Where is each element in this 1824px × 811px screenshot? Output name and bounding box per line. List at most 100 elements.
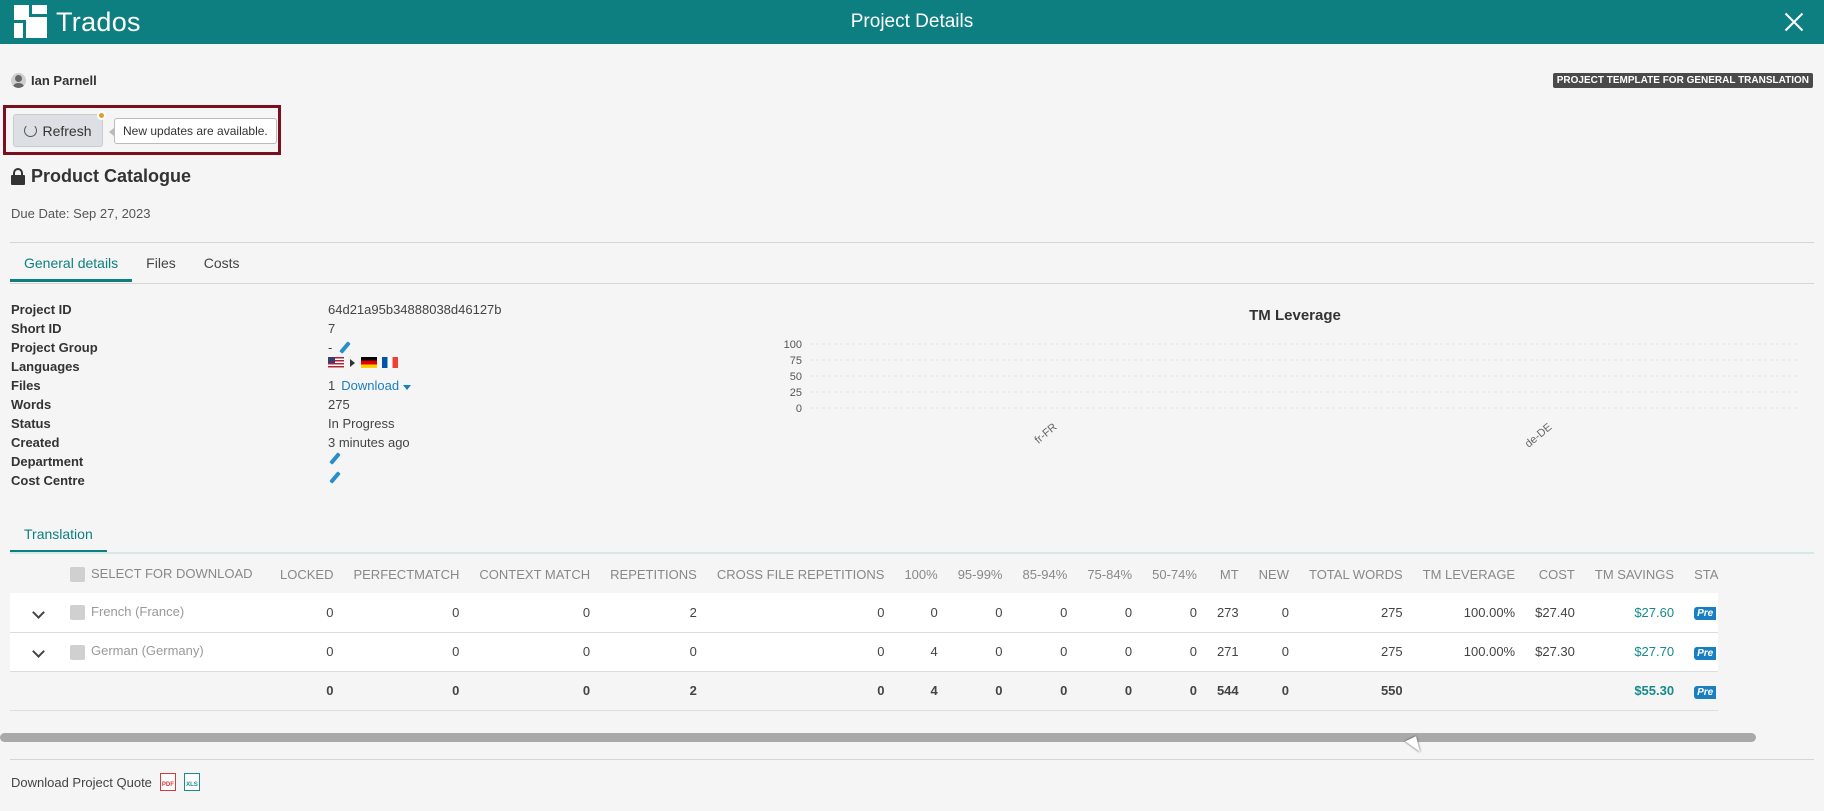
edit-pencil-icon[interactable] xyxy=(328,471,342,485)
y-tick-label: 0 xyxy=(796,403,802,415)
y-tick-label: 25 xyxy=(790,387,802,399)
tab-costs[interactable]: Costs xyxy=(190,252,254,282)
expand-cell[interactable] xyxy=(10,593,66,633)
header-repetitions: REPETITIONS xyxy=(610,566,697,582)
cost-centre-value xyxy=(328,471,342,485)
table-cell: 100.00% xyxy=(1412,593,1526,633)
page-title: Project Details xyxy=(850,11,974,32)
user-info: Ian Parnell xyxy=(11,73,97,88)
flag-de-icon xyxy=(361,357,377,368)
horizontal-scrollbar[interactable] xyxy=(0,733,1756,742)
tm-leverage-chart: 100 75 50 25 0 fr-FR de-DE xyxy=(784,339,1800,450)
row-checkbox[interactable] xyxy=(70,605,85,621)
chevron-down-icon[interactable] xyxy=(31,645,45,658)
table-cell: $27.30 xyxy=(1525,632,1585,672)
project-title: Product Catalogue xyxy=(11,166,191,187)
detail-row-project-group: Project Group - xyxy=(11,338,631,357)
table-cell: 0 xyxy=(343,632,470,672)
header-50-74: 50-74% xyxy=(1152,566,1197,582)
table-cell: 100.00% xyxy=(1412,632,1526,672)
tab-general-details[interactable]: General details xyxy=(10,252,133,282)
tm-savings-cell: $27.70 xyxy=(1584,632,1685,672)
quote-label: Download Project Quote xyxy=(11,774,152,790)
detail-row-status: Status In Progress xyxy=(11,414,631,433)
total-cell: 0 xyxy=(706,671,895,711)
edit-pencil-icon[interactable] xyxy=(328,452,342,466)
select-all-checkbox[interactable] xyxy=(70,567,85,583)
update-indicator-dot xyxy=(97,111,106,120)
detail-label: Project ID xyxy=(11,302,72,317)
header-cross-file-repetitions: CROSS FILE REPETITIONS xyxy=(716,566,885,582)
project-id-value: 64d21a95b34888038d46127b xyxy=(328,302,502,317)
translation-table: SELECT FOR DOWNLOAD LOCKED PERFECTMATCH … xyxy=(10,555,1719,711)
tm-savings-cell: $27.60 xyxy=(1584,593,1685,633)
pdf-icon[interactable]: PDF xyxy=(159,773,176,791)
tabs-divider xyxy=(10,283,1814,284)
divider xyxy=(10,759,1814,760)
header-tm-leverage: TM LEVERAGE xyxy=(1422,566,1516,582)
total-cell xyxy=(1412,671,1526,711)
header-context-match: CONTEXT MATCH xyxy=(479,566,591,582)
row-checkbox[interactable] xyxy=(70,644,85,660)
header-select: SELECT FOR DOWNLOAD xyxy=(66,555,270,593)
detail-label: Short ID xyxy=(11,321,62,336)
table-cell: 0 xyxy=(270,593,344,633)
header-new: NEW xyxy=(1258,566,1289,582)
y-tick-label: 100 xyxy=(784,339,802,351)
subtab-divider xyxy=(10,552,1814,554)
table-cell: 0 xyxy=(1248,632,1299,672)
table-cell: 0 xyxy=(1077,632,1143,672)
refresh-icon xyxy=(24,124,38,137)
header-locked: LOCKED xyxy=(280,566,334,582)
header-expand xyxy=(10,555,66,593)
detail-label: Department xyxy=(11,454,84,469)
y-tick-label: 75 xyxy=(790,355,802,367)
header-75-84: 75-84% xyxy=(1087,566,1133,582)
detail-row-project-id: Project ID 64d21a95b34888038d46127b xyxy=(11,300,631,319)
total-cell: 0 xyxy=(343,671,470,711)
tab-files[interactable]: Files xyxy=(132,252,190,282)
project-group-value: - xyxy=(328,338,352,357)
close-icon[interactable] xyxy=(1780,8,1808,36)
header-status: STA xyxy=(1694,566,1719,582)
header-mt: MT xyxy=(1219,566,1239,582)
refresh-button[interactable]: Refresh xyxy=(13,111,106,147)
table-header-row: SELECT FOR DOWNLOAD LOCKED PERFECTMATCH … xyxy=(10,555,1718,593)
table-cell: 4 xyxy=(894,632,948,672)
detail-label: Cost Centre xyxy=(11,473,85,488)
total-cell: 0 xyxy=(1248,671,1299,711)
download-project-quote: Download Project Quote PDF XLS xyxy=(11,773,200,791)
detail-label: Files xyxy=(11,378,41,393)
created-value: 3 minutes ago xyxy=(328,435,410,450)
project-group-text: - xyxy=(328,340,333,355)
edit-pencil-icon[interactable] xyxy=(338,341,352,355)
refresh-label: Refresh xyxy=(42,122,92,139)
table-cell: 0 xyxy=(1142,632,1207,672)
total-cell: 0 xyxy=(469,671,601,711)
tab-translation[interactable]: Translation xyxy=(10,523,107,553)
files-count: 1 xyxy=(328,378,336,393)
detail-row-short-id: Short ID 7 xyxy=(11,319,631,338)
detail-row-department: Department xyxy=(11,452,631,471)
words-value: 275 xyxy=(328,397,350,412)
total-cell xyxy=(1525,671,1585,711)
table-cell: 0 xyxy=(600,632,707,672)
detail-row-words: Words 275 xyxy=(11,395,631,414)
expand-cell[interactable] xyxy=(10,632,66,672)
total-cell: 2 xyxy=(600,671,707,711)
table-cell: 0 xyxy=(947,593,1013,633)
status-cell: Pre xyxy=(1684,632,1719,672)
download-label: Download xyxy=(341,378,400,393)
table-cell: 275 xyxy=(1298,593,1413,633)
table-cell: 0 xyxy=(343,593,470,633)
chevron-down-icon[interactable] xyxy=(31,605,45,619)
xls-icon[interactable]: XLS xyxy=(183,773,200,791)
header-95-99: 95-99% xyxy=(957,566,1003,582)
empty-cell xyxy=(10,671,66,711)
table-cell: 275 xyxy=(1298,632,1413,672)
status-badge: Pre xyxy=(1694,607,1717,621)
status-value: In Progress xyxy=(328,416,395,431)
table-cell: 273 xyxy=(1206,593,1249,633)
language-cell: German (Germany) xyxy=(66,632,270,672)
download-link[interactable]: Download xyxy=(341,376,412,395)
